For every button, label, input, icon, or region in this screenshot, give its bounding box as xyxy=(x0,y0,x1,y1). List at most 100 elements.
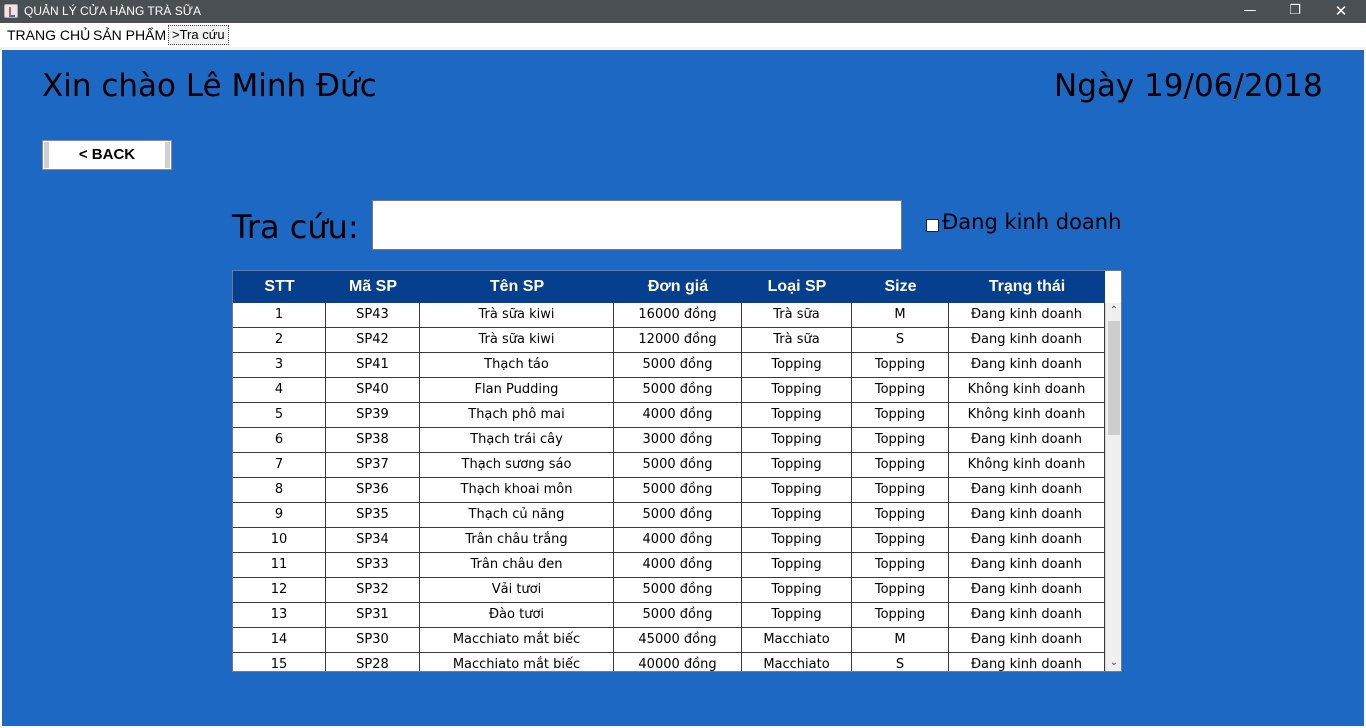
table-row[interactable]: 9 SP35 Thạch củ năng 5000 đồng Topping Toppin… xyxy=(233,503,1105,528)
cell-stt: 4 xyxy=(233,378,326,402)
cell-trang-thai: Đang kinh doanh xyxy=(949,478,1105,502)
table-row[interactable]: 7 SP37 Thạch sương sáo 5000 đồng Topping Topp… xyxy=(233,453,1105,478)
cell-stt: 6 xyxy=(233,428,326,452)
cell-ma-sp: SP40 xyxy=(326,378,420,402)
column-header[interactable]: Size xyxy=(852,271,949,303)
cell-stt: 10 xyxy=(233,528,326,552)
table-row[interactable]: 5 SP39 Thạch phô mai 4000 đồng Topping Toppin… xyxy=(233,403,1105,428)
cell-don-gia: 5000 đồng xyxy=(614,378,742,402)
table-row[interactable]: 1 SP43 Trà sữa kiwi 16000 đồng Trà sữa M Đang … xyxy=(233,303,1105,328)
cell-ten-sp: Trà sữa kiwi xyxy=(420,303,614,327)
menu-tra-cuu[interactable]: >Tra cứu xyxy=(168,25,229,45)
cell-ma-sp: SP37 xyxy=(326,453,420,477)
cell-stt: 14 xyxy=(233,628,326,652)
cell-trang-thai: Đang kinh doanh xyxy=(949,528,1105,552)
cell-ma-sp: SP36 xyxy=(326,478,420,502)
cell-size: S xyxy=(852,653,949,671)
table-body: 1 SP43 Trà sữa kiwi 16000 đồng Trà sữa M Đang … xyxy=(233,303,1105,671)
table-scrollbar[interactable]: ⌃ ⌄ xyxy=(1105,303,1121,671)
cell-trang-thai: Không kinh doanh xyxy=(949,453,1105,477)
cell-trang-thai: Đang kinh doanh xyxy=(949,578,1105,602)
cell-loai-sp: Topping xyxy=(742,603,852,627)
column-header[interactable]: Đơn giá xyxy=(614,271,742,303)
menu-san-pham[interactable]: SẢN PHẨM xyxy=(93,27,166,43)
menu-trang-chu[interactable]: TRANG CHỦ xyxy=(7,27,90,43)
cell-ma-sp: SP34 xyxy=(326,528,420,552)
scroll-down-arrow-icon[interactable]: ⌄ xyxy=(1106,655,1121,671)
table-row[interactable]: 12 SP32 Vải tươi 5000 đồng Topping Topping Đan… xyxy=(233,578,1105,603)
cell-stt: 8 xyxy=(233,478,326,502)
table-row[interactable]: 3 SP41 Thạch táo 5000 đồng Topping Topping Đan… xyxy=(233,353,1105,378)
cell-ten-sp: Đào tươi xyxy=(420,603,614,627)
status-filter-checkbox[interactable] xyxy=(926,219,939,232)
cell-size: Topping xyxy=(852,478,949,502)
column-header[interactable]: Mã SP xyxy=(326,271,420,303)
cell-loai-sp: Topping xyxy=(742,428,852,452)
cell-stt: 15 xyxy=(233,653,326,671)
status-filter-label[interactable]: Đang kinh doanh xyxy=(942,210,1121,234)
product-table: STT Mã SP Tên SP Đơn giá Loại SP Size Tr… xyxy=(232,270,1122,672)
cell-loai-sp: Topping xyxy=(742,453,852,477)
table-row[interactable]: 14 SP30 Macchiato mắt biếc 45000 đồng Macchi… xyxy=(233,628,1105,653)
cell-stt: 2 xyxy=(233,328,326,352)
scroll-thumb[interactable] xyxy=(1108,321,1120,435)
cell-loai-sp: Topping xyxy=(742,503,852,527)
back-button[interactable]: < BACK xyxy=(42,140,172,170)
cell-don-gia: 5000 đồng xyxy=(614,453,742,477)
column-header[interactable]: STT xyxy=(233,271,326,303)
cell-trang-thai: Đang kinh doanh xyxy=(949,628,1105,652)
cell-don-gia: 45000 đồng xyxy=(614,628,742,652)
cell-ten-sp: Macchiato mắt biếc xyxy=(420,653,614,671)
cell-trang-thai: Đang kinh doanh xyxy=(949,303,1105,327)
table-row[interactable]: 15 SP28 Macchiato mắt biếc 40000 đồng Macchi… xyxy=(233,653,1105,671)
minimize-button[interactable]: — xyxy=(1227,0,1273,23)
column-header[interactable]: Tên SP xyxy=(420,271,614,303)
cell-stt: 7 xyxy=(233,453,326,477)
table-row[interactable]: 4 SP40 Flan Pudding 5000 đồng Topping Topping… xyxy=(233,378,1105,403)
column-header[interactable]: Trạng thái xyxy=(949,271,1105,303)
cell-size: Topping xyxy=(852,503,949,527)
cell-ma-sp: SP32 xyxy=(326,578,420,602)
cell-stt: 9 xyxy=(233,503,326,527)
cell-stt: 13 xyxy=(233,603,326,627)
table-row[interactable]: 8 SP36 Thạch khoai môn 5000 đồng Topping Topp… xyxy=(233,478,1105,503)
cell-ma-sp: SP33 xyxy=(326,553,420,577)
table-row[interactable]: 13 SP31 Đào tươi 5000 đồng Topping Topping Đan… xyxy=(233,603,1105,628)
cell-loai-sp: Topping xyxy=(742,553,852,577)
cell-ten-sp: Thạch táo xyxy=(420,353,614,377)
cell-ma-sp: SP41 xyxy=(326,353,420,377)
cell-trang-thai: Đang kinh doanh xyxy=(949,653,1105,671)
table-row[interactable]: 6 SP38 Thạch trái cây 3000 đồng Topping Toppi… xyxy=(233,428,1105,453)
cell-ma-sp: SP39 xyxy=(326,403,420,427)
scroll-up-arrow-icon[interactable]: ⌃ xyxy=(1106,303,1121,319)
table-row[interactable]: 10 SP34 Trân châu trắng 4000 đồng Topping Top… xyxy=(233,528,1105,553)
close-button[interactable]: ✕ xyxy=(1318,0,1364,23)
cell-ma-sp: SP28 xyxy=(326,653,420,671)
cell-trang-thai: Đang kinh doanh xyxy=(949,328,1105,352)
table-row[interactable]: 2 SP42 Trà sữa kiwi 12000 đồng Trà sữa S Đang … xyxy=(233,328,1105,353)
menu-bar: TRANG CHỦ SẢN PHẨM >Tra cứu xyxy=(0,23,1366,47)
table-row[interactable]: 11 SP33 Trân châu đen 4000 đồng Topping Toppi… xyxy=(233,553,1105,578)
window-title: QUẢN LÝ CỬA HÀNG TRÀ SỮA xyxy=(24,4,201,18)
cell-trang-thai: Đang kinh doanh xyxy=(949,553,1105,577)
cell-loai-sp: Topping xyxy=(742,478,852,502)
search-input[interactable] xyxy=(372,200,902,250)
cell-loai-sp: Macchiato xyxy=(742,628,852,652)
date-text: Ngày 19/06/2018 xyxy=(1054,68,1323,104)
column-header[interactable]: Loại SP xyxy=(742,271,852,303)
cell-don-gia: 5000 đồng xyxy=(614,503,742,527)
cell-don-gia: 4000 đồng xyxy=(614,528,742,552)
cell-ten-sp: Thạch phô mai xyxy=(420,403,614,427)
cell-don-gia: 40000 đồng xyxy=(614,653,742,671)
cell-don-gia: 5000 đồng xyxy=(614,578,742,602)
cell-size: Topping xyxy=(852,603,949,627)
cell-size: Topping xyxy=(852,378,949,402)
cell-size: M xyxy=(852,303,949,327)
cell-ten-sp: Macchiato mắt biếc xyxy=(420,628,614,652)
cell-size: Topping xyxy=(852,403,949,427)
cell-loai-sp: Topping xyxy=(742,528,852,552)
restore-button[interactable]: ❐ xyxy=(1272,0,1318,23)
cell-loai-sp: Trà sữa xyxy=(742,328,852,352)
cell-ten-sp: Thạch củ năng xyxy=(420,503,614,527)
main-panel: Xin chào Lê Minh Đức Ngày 19/06/2018 < B… xyxy=(2,50,1364,726)
